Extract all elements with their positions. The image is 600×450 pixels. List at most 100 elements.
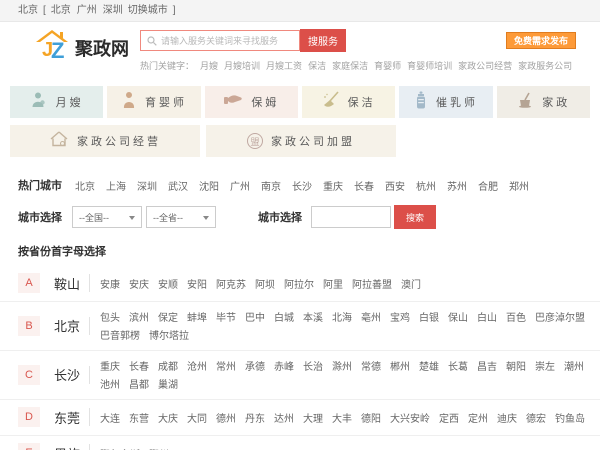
hot-keyword-link[interactable]: 月嫂: [200, 59, 218, 72]
city-link[interactable]: 达州: [274, 410, 294, 425]
city-link[interactable]: 阿里: [323, 276, 343, 291]
city-link[interactable]: 安庆: [129, 276, 149, 291]
city-link[interactable]: 博尔塔拉: [149, 327, 189, 342]
search-service-button[interactable]: 搜服务: [300, 29, 346, 52]
hot-city-link[interactable]: 北京: [75, 178, 95, 193]
city-link[interactable]: 大理: [303, 410, 323, 425]
city-link[interactable]: 定西: [439, 410, 459, 425]
hot-keyword-link[interactable]: 月嫂工资: [266, 59, 302, 72]
city-link[interactable]: 滁州: [332, 358, 352, 373]
category-company-operation[interactable]: 家政公司经营: [10, 125, 200, 157]
province-select[interactable]: --全省--: [146, 206, 216, 228]
city-link[interactable]: 大连: [100, 410, 120, 425]
hot-keyword-link[interactable]: 育婴师培训: [407, 59, 452, 72]
city-link[interactable]: 长治: [303, 358, 323, 373]
letter-badge[interactable]: E: [18, 443, 40, 450]
city-link[interactable]: 崇左: [535, 358, 555, 373]
hot-city-link[interactable]: 西安: [385, 178, 405, 193]
topbar-city-link[interactable]: 北京: [51, 0, 71, 21]
city-link[interactable]: 百色: [506, 309, 526, 324]
city-link[interactable]: 阿克苏: [216, 276, 246, 291]
search-input[interactable]: [161, 35, 293, 46]
city-link[interactable]: 宝鸡: [390, 309, 410, 324]
hot-city-link[interactable]: 上海: [106, 178, 126, 193]
city-link[interactable]: 北海: [332, 309, 352, 324]
city-search-button[interactable]: 搜索: [394, 205, 436, 229]
city-link[interactable]: 阿坝: [255, 276, 275, 291]
city-link[interactable]: 鄂州: [149, 446, 169, 450]
city-link[interactable]: 重庆: [100, 358, 120, 373]
city-link[interactable]: 阿拉善盟: [352, 276, 392, 291]
city-link[interactable]: 安阳: [187, 276, 207, 291]
city-link[interactable]: 常德: [361, 358, 381, 373]
city-link[interactable]: 巴彦淖尔盟: [535, 309, 585, 324]
city-link[interactable]: 池州: [100, 376, 120, 391]
city-link[interactable]: 丹东: [245, 410, 265, 425]
hot-city-link[interactable]: 长春: [354, 178, 374, 193]
city-link[interactable]: 潮州: [564, 358, 584, 373]
city-link[interactable]: 楚雄: [419, 358, 439, 373]
city-link[interactable]: 德宏: [526, 410, 546, 425]
city-search-input[interactable]: [311, 206, 391, 228]
category-jiazheng[interactable]: 家政: [496, 86, 590, 118]
city-link[interactable]: 本溪: [303, 309, 323, 324]
city-link[interactable]: 常州: [216, 358, 236, 373]
category-baomu[interactable]: 保姆: [204, 86, 298, 118]
category-yuyingshi[interactable]: 育婴师: [107, 86, 201, 118]
city-link[interactable]: 承德: [245, 358, 265, 373]
switch-city-link[interactable]: 切换城市: [128, 0, 168, 21]
hot-keyword-link[interactable]: 家政公司经营: [458, 59, 512, 72]
city-link[interactable]: 安康: [100, 276, 120, 291]
city-link[interactable]: 德阳: [361, 410, 381, 425]
category-cuirushi[interactable]: 催乳师: [399, 86, 493, 118]
city-link[interactable]: 长春: [129, 358, 149, 373]
featured-city-link[interactable]: 北京: [54, 316, 80, 335]
topbar-city-link[interactable]: 广州: [77, 0, 97, 21]
city-link[interactable]: 钓鱼岛: [555, 410, 585, 425]
city-link[interactable]: 郴州: [390, 358, 410, 373]
city-link[interactable]: 包头: [100, 309, 120, 324]
city-link[interactable]: 赤峰: [274, 358, 294, 373]
hot-city-link[interactable]: 深圳: [137, 178, 157, 193]
category-yuesao[interactable]: 月嫂: [10, 86, 104, 118]
city-link[interactable]: 阿拉尔: [284, 276, 314, 291]
city-link[interactable]: 鄂尔多斯: [100, 446, 140, 450]
city-link[interactable]: 东营: [129, 410, 149, 425]
featured-city-link[interactable]: 鞍山: [54, 274, 80, 293]
hot-city-link[interactable]: 郑州: [509, 178, 529, 193]
letter-badge[interactable]: B: [18, 315, 40, 336]
city-link[interactable]: 巢湖: [158, 376, 178, 391]
hot-keyword-link[interactable]: 育婴师: [374, 59, 401, 72]
city-link[interactable]: 大庆: [158, 410, 178, 425]
hot-keyword-link[interactable]: 月嫂培训: [224, 59, 260, 72]
hot-city-link[interactable]: 合肥: [478, 178, 498, 193]
city-link[interactable]: 长葛: [448, 358, 468, 373]
city-link[interactable]: 迪庆: [497, 410, 517, 425]
city-link[interactable]: 成都: [158, 358, 178, 373]
hot-keyword-link[interactable]: 家政服务公司: [518, 59, 572, 72]
hot-city-link[interactable]: 杭州: [416, 178, 436, 193]
city-link[interactable]: 蚌埠: [187, 309, 207, 324]
city-link[interactable]: 亳州: [361, 309, 381, 324]
city-link[interactable]: 滨州: [129, 309, 149, 324]
category-baojie[interactable]: 保洁: [301, 86, 396, 118]
hot-city-link[interactable]: 长沙: [292, 178, 312, 193]
logo[interactable]: J Z 聚政网: [34, 29, 129, 66]
city-link[interactable]: 沧州: [187, 358, 207, 373]
hot-keyword-link[interactable]: 保洁: [308, 59, 326, 72]
category-company-franchise[interactable]: 盟 家政公司加盟: [206, 125, 396, 157]
city-link[interactable]: 保定: [158, 309, 178, 324]
city-link[interactable]: 白城: [274, 309, 294, 324]
city-link[interactable]: 大同: [187, 410, 207, 425]
city-link[interactable]: 德州: [216, 410, 236, 425]
city-link[interactable]: 安顺: [158, 276, 178, 291]
featured-city-link[interactable]: 东莞: [54, 408, 80, 427]
hot-city-link[interactable]: 南京: [261, 178, 281, 193]
publish-request-button[interactable]: 免费需求发布: [505, 32, 576, 49]
city-link[interactable]: 朝阳: [506, 358, 526, 373]
hot-city-link[interactable]: 武汉: [168, 178, 188, 193]
city-link[interactable]: 毕节: [216, 309, 236, 324]
letter-badge[interactable]: A: [18, 273, 40, 293]
topbar-city-link[interactable]: 深圳: [103, 0, 123, 21]
city-link[interactable]: 澳门: [401, 276, 421, 291]
